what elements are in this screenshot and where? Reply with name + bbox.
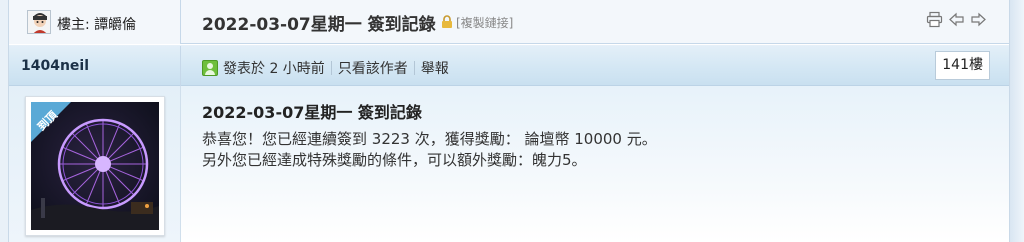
content-line: 另外您已經達成特殊獎勵的條件，可以額外獎勵：魄力5。 <box>202 151 587 169</box>
prev-arrow-icon[interactable] <box>948 11 965 28</box>
next-arrow-icon[interactable] <box>970 11 987 28</box>
divider <box>330 61 332 75</box>
page-edge <box>1010 0 1024 242</box>
copy-link-button[interactable]: [複製鏈接] <box>456 14 513 31</box>
lock-icon <box>441 14 453 28</box>
content-line: 恭喜您！您已經連續簽到 3223 次，獲得獎勵： 論壇幣 10000 元。 <box>202 130 657 148</box>
post-title: 2022-03-07星期一 簽到記錄 <box>202 103 422 122</box>
only-author-link[interactable]: 只看該作者 <box>338 58 408 78</box>
online-user-icon <box>202 60 218 76</box>
post-header: 1404neil 發表於 2 小時前 只看該作者 舉報 141樓 <box>9 45 1009 86</box>
post-time: 發表於 2 小時前 <box>223 61 325 77</box>
author-name[interactable]: 1404neil <box>21 58 89 74</box>
divider <box>413 61 415 75</box>
post-meta: 發表於 2 小時前 只看該作者 舉報 <box>202 58 449 78</box>
report-link[interactable]: 舉報 <box>421 58 449 78</box>
author-cell: 1404neil <box>9 46 181 86</box>
post-body: 到頂 2022-03-07星期一 簽到記錄 恭喜您！您已經連續簽到 3223 次… <box>9 86 1009 242</box>
ferris-wheel-icon: 到頂 <box>31 102 159 230</box>
thread-tools <box>926 11 987 28</box>
avatar-icon[interactable] <box>27 10 51 34</box>
thread-title[interactable]: 2022-03-07星期一 簽到記錄 <box>202 10 436 35</box>
thread-owner-label: 樓主: 譚皭倫 <box>57 17 137 33</box>
owner-cell: 樓主: 譚皭倫 <box>9 0 181 44</box>
post-frame: 樓主: 譚皭倫 2022-03-07星期一 簽到記錄 [複製鏈接] 1404ne… <box>8 0 1010 242</box>
author-sidebar: 到頂 <box>9 86 181 242</box>
post-content: 恭喜您！您已經連續簽到 3223 次，獲得獎勵： 論壇幣 10000 元。 另外… <box>202 129 657 171</box>
print-icon[interactable] <box>926 11 943 28</box>
author-avatar[interactable]: 到頂 <box>25 96 165 236</box>
thread-header: 樓主: 譚皭倫 2022-03-07星期一 簽到記錄 [複製鏈接] <box>9 0 1009 44</box>
floor-number[interactable]: 141樓 <box>935 51 990 80</box>
